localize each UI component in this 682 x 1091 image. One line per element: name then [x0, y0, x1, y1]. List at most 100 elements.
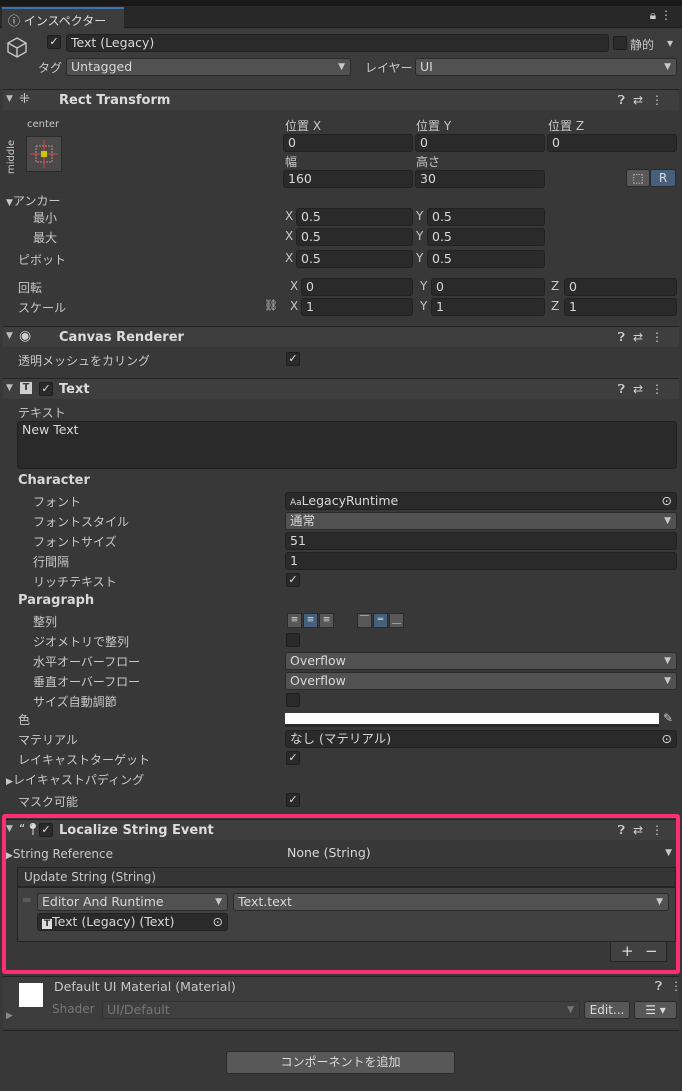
v-overflow-dropdown[interactable]: Overflow ▼ [285, 672, 677, 690]
cull-checkbox[interactable]: ✓ [286, 352, 300, 366]
lock-icon[interactable]: 🔒︎ [650, 8, 656, 22]
x-label[interactable]: X [285, 251, 293, 265]
kebab-menu-icon[interactable]: ⋮ [670, 979, 682, 993]
anchor-max-y-field[interactable]: 0.5 [427, 228, 545, 246]
maskable-checkbox[interactable]: ✓ [286, 793, 300, 807]
rich-text-checkbox[interactable]: ✓ [286, 573, 300, 587]
kebab-menu-icon[interactable]: ⋮ [660, 8, 672, 22]
pivot-x-field[interactable]: 0.5 [296, 250, 413, 268]
text-component-header[interactable]: ▼ T ✓ Text ❓︎⇄⋮ [3, 378, 679, 399]
align-geometry-label: ジオメトリで整列 [33, 635, 130, 649]
align-center-icon[interactable]: ≡ [303, 613, 318, 628]
foldout-caret-icon[interactable]: ▼ [6, 94, 13, 104]
height-field[interactable]: 30 [415, 170, 545, 188]
raw-edit-button[interactable]: R [650, 169, 676, 187]
text-label: テキスト [18, 406, 66, 420]
static-label: 静的 [630, 38, 655, 52]
material-list-button[interactable]: ☰ ▾ [634, 1001, 677, 1019]
font-style-dropdown[interactable]: 通常 ▼ [285, 512, 677, 530]
align-right-icon[interactable]: ≡ [319, 613, 334, 628]
object-name-field[interactable]: Text (Legacy) [66, 34, 609, 52]
divider [3, 1030, 679, 1031]
static-checkbox[interactable] [613, 36, 627, 50]
best-fit-label: サイズ自動調節 [33, 695, 117, 709]
font-field[interactable]: AaLegacyRuntime ⊙ [285, 492, 677, 510]
rotation-z-field[interactable]: 0 [564, 278, 677, 296]
width-field[interactable]: 160 [283, 170, 413, 188]
add-component-button[interactable]: コンポーネントを追加 [226, 1051, 455, 1074]
z-label[interactable]: Z [551, 299, 559, 313]
pivot-label: ピボット [18, 253, 67, 267]
rect-transform-header[interactable]: ▼ ⁜ Rect Transform ❓︎⇄⋮ [3, 89, 679, 110]
tag-dropdown[interactable]: Untagged ▼ [66, 58, 351, 76]
text-area[interactable]: New Text [17, 421, 677, 469]
anchor-presets-button[interactable] [26, 136, 62, 172]
raycast-target-checkbox[interactable]: ✓ [286, 751, 300, 765]
help-icon: ❓︎ [617, 93, 633, 107]
raycast-padding-foldout[interactable]: ▶レイキャストパディング [6, 771, 144, 788]
list-icon: ☰ ▾ [645, 1003, 666, 1017]
align-middle-icon[interactable]: ═ [373, 613, 388, 628]
component-header-icons[interactable]: ❓︎⇄⋮ [618, 93, 671, 108]
best-fit-checkbox[interactable] [286, 693, 300, 707]
y-label[interactable]: Y [416, 251, 423, 265]
color-field[interactable] [285, 713, 659, 727]
y-label[interactable]: Y [416, 229, 423, 243]
z-label[interactable]: Z [551, 279, 559, 293]
y-label[interactable]: Y [416, 209, 423, 223]
x-label[interactable]: X [290, 279, 298, 293]
foldout-caret-icon[interactable]: ▼ [6, 331, 13, 341]
active-checkbox[interactable]: ✓ [47, 35, 61, 49]
gameobject-cube-icon[interactable] [6, 36, 28, 58]
scale-x-field[interactable]: 1 [301, 298, 413, 316]
pos-z-field[interactable]: 0 [547, 134, 677, 152]
line-spacing-field[interactable]: 1 [285, 552, 677, 570]
component-header-icons[interactable]: ❓︎⇄⋮ [618, 382, 671, 397]
h-overflow-dropdown[interactable]: Overflow ▼ [285, 652, 677, 670]
scale-z-field[interactable]: 1 [564, 298, 677, 316]
text-enabled-checkbox[interactable]: ✓ [39, 382, 53, 396]
y-label[interactable]: Y [420, 279, 427, 293]
pivot-y-field[interactable]: 0.5 [427, 250, 545, 268]
anchors-foldout[interactable]: ▼アンカー [6, 192, 60, 209]
material-field[interactable]: なし (マテリアル) ⊙ [285, 730, 677, 748]
tab-inspector[interactable]: ⓘ インスペクター [2, 7, 124, 29]
align-top-icon[interactable]: ⎺ [357, 613, 372, 628]
align-left-icon[interactable]: ≡ [287, 613, 302, 628]
kebab-menu-icon: ⋮ [651, 93, 671, 107]
static-dropdown-icon[interactable]: ▾ [667, 36, 673, 50]
tab-menu[interactable]: 🔒︎ ⋮ [650, 8, 672, 23]
align-geometry-checkbox[interactable] [286, 633, 300, 647]
x-label[interactable]: X [285, 209, 293, 223]
align-bottom-icon[interactable]: ⎽ [389, 613, 404, 628]
anchor-min-y-field[interactable]: 0.5 [427, 208, 545, 226]
anchor-min-x-field[interactable]: 0.5 [296, 208, 413, 226]
component-header-icons[interactable]: ❓︎⇄⋮ [618, 330, 671, 345]
foldout-caret-icon[interactable]: ▼ [6, 383, 13, 393]
anchor-h-label: center [27, 119, 60, 130]
highlight-box [2, 814, 680, 974]
y-label[interactable]: Y [420, 299, 427, 313]
font-size-label: フォントサイズ [33, 535, 117, 549]
object-picker-icon: ⊙ [661, 731, 672, 746]
layer-dropdown[interactable]: UI ▼ [415, 58, 677, 76]
foldout-caret-icon[interactable]: ▶ [6, 1011, 13, 1021]
canvas-renderer-header[interactable]: ▼ ◉ Canvas Renderer ❓︎⇄⋮ [3, 326, 679, 347]
eyedropper-icon[interactable]: ✎ [663, 711, 673, 725]
pos-y-field[interactable]: 0 [415, 134, 545, 152]
link-icon[interactable]: ⛓︎ [264, 299, 278, 312]
material-help-icon[interactable]: ❓︎ [655, 979, 662, 994]
shader-dropdown[interactable]: UI/Default ▼ [102, 1001, 580, 1019]
scale-y-field[interactable]: 1 [431, 298, 545, 316]
chevron-down-icon: ▼ [664, 676, 671, 686]
font-size-field[interactable]: 51 [285, 532, 677, 550]
anchor-max-x-field[interactable]: 0.5 [296, 228, 413, 246]
pos-x-field[interactable]: 0 [283, 134, 413, 152]
rotation-x-field[interactable]: 0 [301, 278, 413, 296]
x-label[interactable]: X [290, 299, 298, 313]
edit-shader-button[interactable]: Edit... [584, 1001, 630, 1019]
blueprint-mode-button[interactable]: ⬚ [626, 169, 650, 187]
x-label[interactable]: X [285, 229, 293, 243]
rect-transform-icon: ⁜ [19, 92, 30, 107]
rotation-y-field[interactable]: 0 [431, 278, 545, 296]
